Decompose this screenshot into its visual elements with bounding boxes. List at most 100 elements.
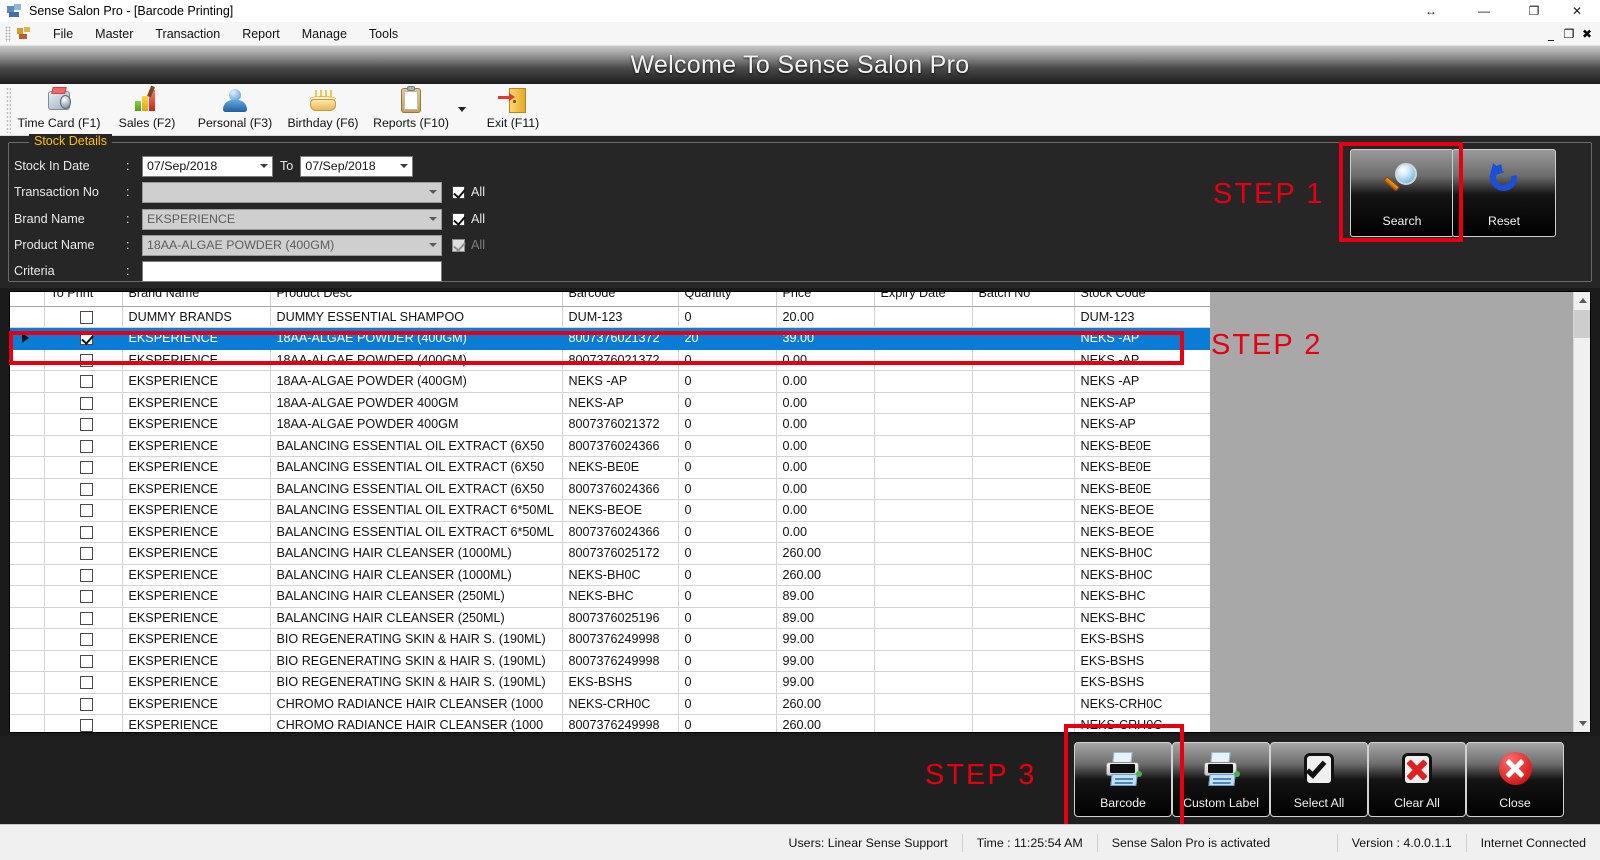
resize-icon[interactable]: ↔ [1408, 0, 1454, 22]
table-row[interactable]: EKSPERIENCE BIO REGENERATING SKIN & HAIR … [10, 628, 1210, 651]
minimize-button[interactable]: — [1454, 0, 1514, 22]
grid-cell-to-print[interactable] [44, 499, 123, 522]
to-print-checkbox[interactable] [79, 396, 93, 410]
grid-cell-to-print[interactable] [44, 413, 123, 436]
table-row[interactable]: EKSPERIENCE CHROMO RADIANCE HAIR CLEANSER… [10, 693, 1210, 715]
mdi-close-button[interactable]: ✖ [1578, 24, 1596, 44]
grid-cell-to-print[interactable] [44, 714, 123, 732]
grid-header-barcode[interactable]: Barcode [562, 292, 679, 307]
toolbar-button-personal[interactable]: Personal (F3) [191, 84, 279, 134]
grid-header-quantity[interactable]: Quantity [678, 292, 777, 307]
row-indicator[interactable] [10, 435, 45, 457]
criteria-input[interactable] [142, 260, 442, 282]
row-indicator[interactable] [10, 671, 45, 694]
toolbar-button-exit[interactable]: Exit (F11) [469, 84, 557, 134]
maximize-button[interactable]: ❐ [1514, 0, 1554, 22]
menu-item-manage[interactable]: Manage [291, 24, 358, 44]
grid-header-to-print[interactable]: To Print [44, 292, 123, 307]
table-row[interactable]: EKSPERIENCE BALANCING HAIR CLEANSER (250M… [10, 585, 1210, 608]
grid-vertical-scrollbar[interactable] [1573, 292, 1590, 732]
product-name-select[interactable]: 18AA-ALGAE POWDER (400GM) [142, 234, 442, 256]
row-indicator[interactable] [10, 392, 45, 414]
to-print-checkbox[interactable] [79, 719, 93, 732]
row-indicator[interactable] [10, 478, 45, 500]
menu-item-report[interactable]: Report [231, 24, 291, 44]
toolbar-grip-handle[interactable] [6, 87, 11, 133]
grid-header-batch-no[interactable]: Batch No [972, 292, 1075, 307]
row-indicator[interactable] [10, 413, 45, 436]
custom-label-button[interactable]: Custom Label [1172, 742, 1270, 817]
grid-cell-to-print[interactable] [44, 478, 123, 500]
row-indicator[interactable] [10, 650, 45, 672]
grid-cell-to-print[interactable] [44, 370, 123, 393]
row-indicator[interactable] [10, 714, 45, 732]
row-indicator[interactable] [10, 542, 45, 565]
to-print-checkbox[interactable] [79, 697, 93, 711]
to-print-checkbox[interactable] [79, 504, 93, 518]
toolbar-overflow-button[interactable] [455, 84, 469, 134]
to-print-checkbox[interactable] [79, 375, 93, 389]
grid-cell-to-print[interactable] [44, 628, 123, 651]
row-indicator[interactable] [10, 693, 45, 715]
table-row[interactable]: EKSPERIENCE BALANCING ESSENTIAL OIL EXTRA… [10, 521, 1210, 543]
table-row[interactable]: EKSPERIENCE BALANCING ESSENTIAL OIL EXTRA… [10, 499, 1210, 522]
scroll-down-button[interactable] [1574, 715, 1590, 732]
menu-item-transaction[interactable]: Transaction [144, 24, 231, 44]
grid-header-price[interactable]: Price [776, 292, 875, 307]
reset-button[interactable]: Reset [1452, 149, 1556, 237]
row-indicator[interactable] [10, 585, 45, 608]
to-print-checkbox[interactable] [79, 525, 93, 539]
grid-cell-to-print[interactable] [44, 456, 123, 479]
to-print-checkbox[interactable] [79, 611, 93, 625]
grid-header-product-desc[interactable]: Product Desc [270, 292, 563, 307]
row-indicator[interactable] [10, 564, 45, 586]
to-print-checkbox[interactable] [79, 547, 93, 561]
to-print-checkbox[interactable] [79, 439, 93, 453]
grid-cell-to-print[interactable] [44, 693, 123, 715]
table-row[interactable]: EKSPERIENCE 18AA-ALGAE POWDER 400GM 800737… [10, 413, 1210, 436]
scrollbar-thumb[interactable] [1574, 310, 1590, 338]
row-indicator[interactable] [10, 607, 45, 629]
row-indicator[interactable] [10, 370, 45, 393]
toolbar-button-time-card[interactable]: Time Card (F1) [15, 84, 103, 134]
row-indicator[interactable] [10, 456, 45, 479]
grid-cell-to-print[interactable] [44, 435, 123, 457]
table-row[interactable]: EKSPERIENCE BALANCING ESSENTIAL OIL EXTRA… [10, 456, 1210, 479]
grid-header-brand-name[interactable]: Brand Name [122, 292, 271, 307]
to-print-checkbox[interactable] [79, 654, 93, 668]
grid-cell-to-print[interactable] [44, 542, 123, 565]
row-indicator[interactable] [10, 499, 45, 522]
transaction-no-all-checkbox[interactable]: All [452, 185, 485, 199]
mdi-restore-button[interactable]: ❐ [1560, 24, 1578, 44]
stock-in-date-from-input[interactable]: 07/Sep/2018 [142, 155, 273, 177]
toolbar-button-birthday[interactable]: Birthday (F6) [279, 84, 367, 134]
grid-cell-to-print[interactable] [44, 585, 123, 608]
menu-grip-handle[interactable] [5, 25, 11, 42]
row-indicator[interactable] [10, 521, 45, 543]
table-row[interactable]: EKSPERIENCE BALANCING HAIR CLEANSER (250M… [10, 607, 1210, 629]
row-indicator[interactable] [10, 628, 45, 651]
to-print-checkbox[interactable] [79, 590, 93, 604]
toolbar-button-reports[interactable]: Reports (F10) [367, 84, 455, 134]
row-indicator[interactable] [10, 306, 45, 328]
to-print-checkbox[interactable] [79, 568, 93, 582]
grid-cell-to-print[interactable] [44, 564, 123, 586]
table-row[interactable]: EKSPERIENCE CHROMO RADIANCE HAIR CLEANSER… [10, 714, 1210, 732]
transaction-no-select[interactable] [142, 181, 442, 203]
to-print-checkbox[interactable] [79, 461, 93, 475]
grid-cell-to-print[interactable] [44, 521, 123, 543]
table-row[interactable]: DUMMY BRANDS DUMMY ESSENTIAL SHAMPOO DUM-1… [10, 306, 1210, 328]
to-print-checkbox[interactable] [79, 676, 93, 690]
to-print-checkbox[interactable] [79, 482, 93, 496]
table-row[interactable]: EKSPERIENCE BIO REGENERATING SKIN & HAIR … [10, 650, 1210, 672]
menu-item-master[interactable]: Master [84, 24, 144, 44]
table-row[interactable]: EKSPERIENCE BALANCING HAIR CLEANSER (1000… [10, 564, 1210, 586]
table-row[interactable]: EKSPERIENCE BALANCING ESSENTIAL OIL EXTRA… [10, 478, 1210, 500]
clear-all-button[interactable]: Clear All [1368, 742, 1466, 817]
close-action-button[interactable]: Close [1466, 742, 1564, 817]
menu-item-tools[interactable]: Tools [358, 24, 409, 44]
to-print-checkbox[interactable] [79, 418, 93, 432]
grid-cell-to-print[interactable] [44, 306, 123, 328]
table-row[interactable]: EKSPERIENCE 18AA-ALGAE POWDER 400GM NEKS-A… [10, 392, 1210, 414]
to-print-checkbox[interactable] [79, 310, 93, 324]
